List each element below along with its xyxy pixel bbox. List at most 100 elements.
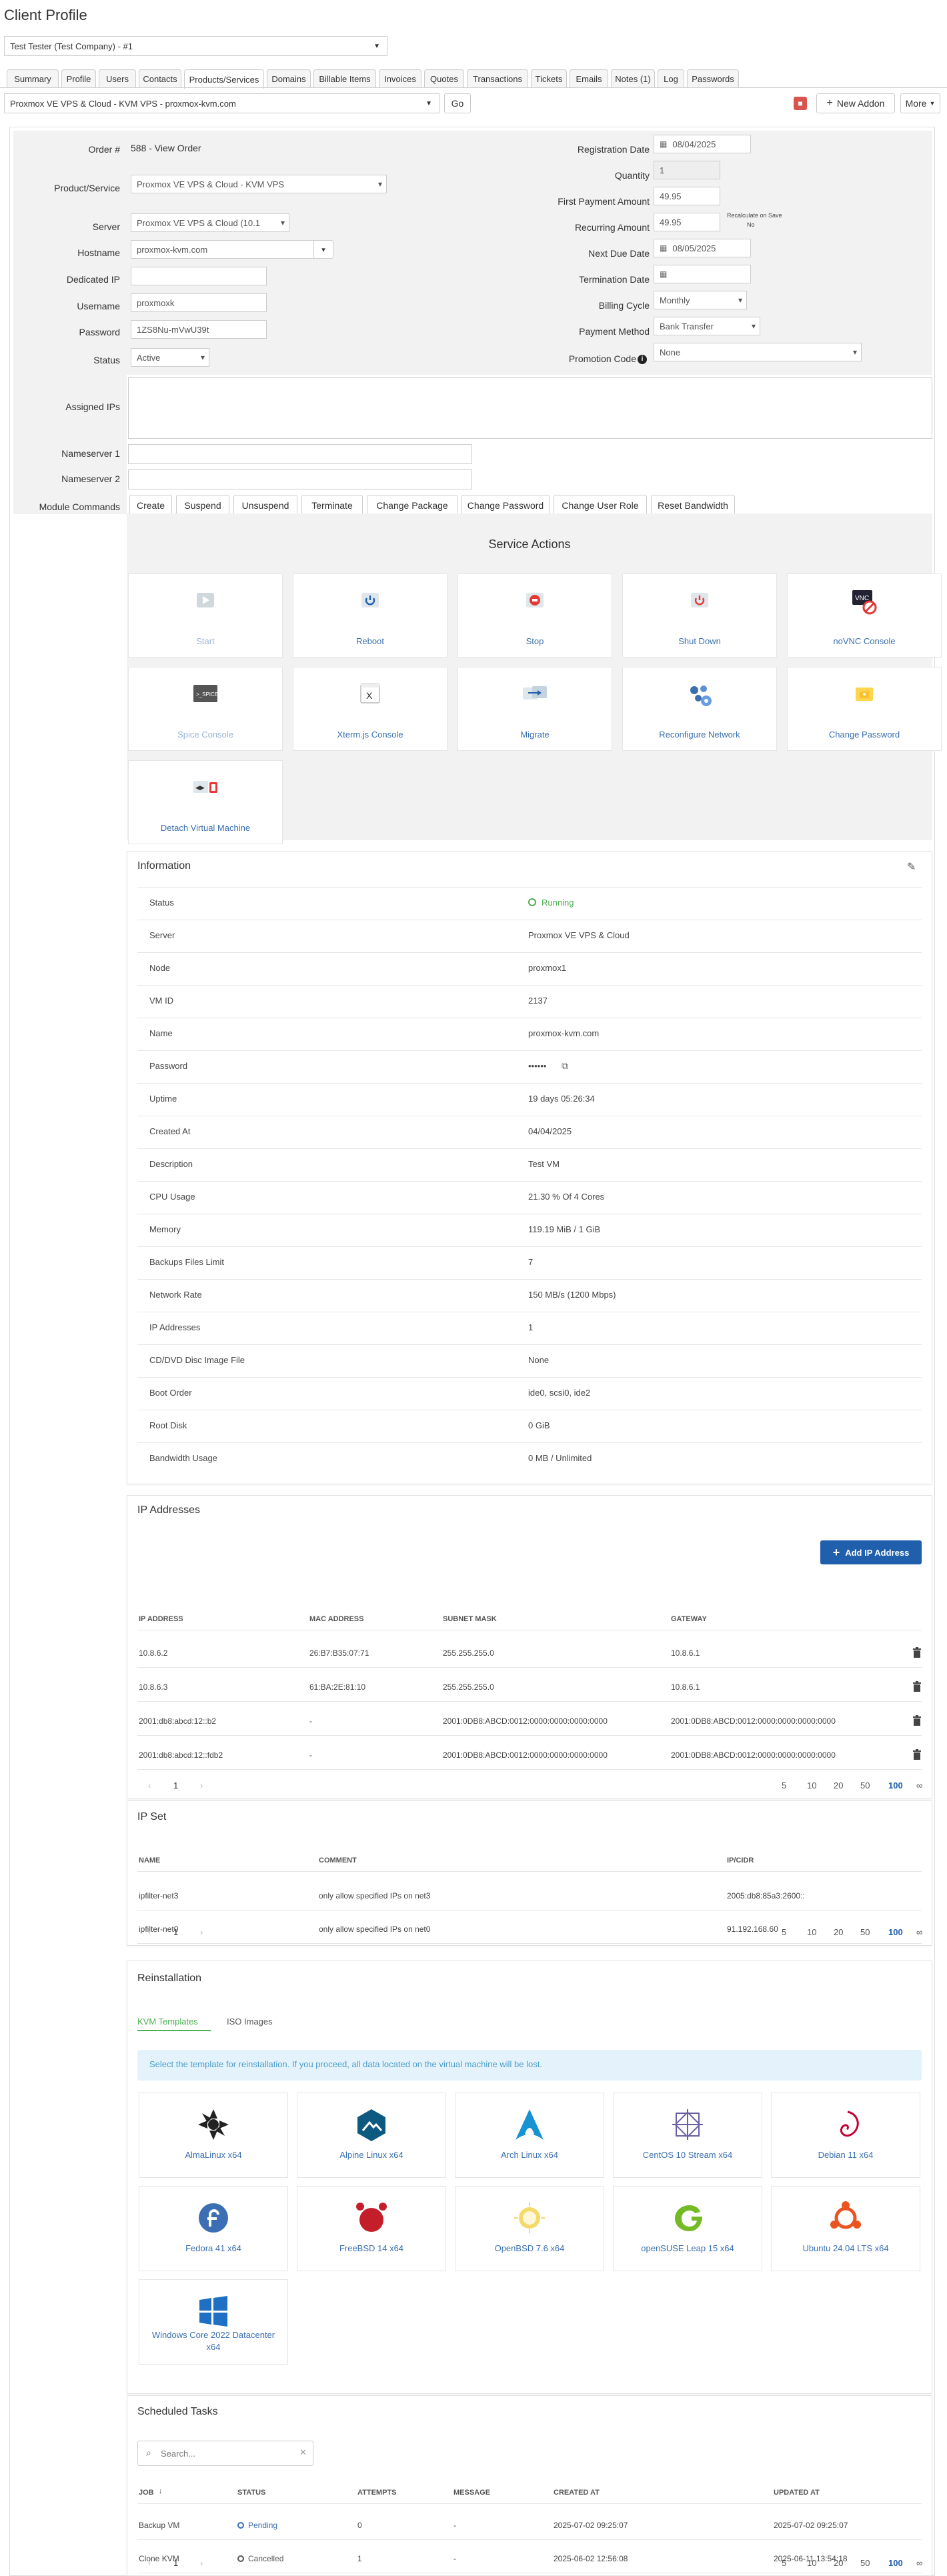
ip-page-size[interactable]: 20 bbox=[834, 1780, 843, 1790]
ipset-page-size[interactable]: 10 bbox=[807, 1927, 816, 1937]
trash-icon[interactable] bbox=[912, 1749, 922, 1760]
tab-passwords[interactable]: Passwords bbox=[687, 69, 739, 87]
ipset-page-size[interactable]: 5 bbox=[782, 1927, 786, 1937]
action-migrate[interactable]: Migrate bbox=[457, 667, 612, 751]
os-template-alpine[interactable]: Alpine Linux x64 bbox=[297, 2093, 446, 2178]
trash-icon[interactable] bbox=[912, 1647, 922, 1658]
clear-search-icon[interactable]: ✕ bbox=[299, 2447, 307, 2458]
ipset-page-number[interactable]: 1 bbox=[173, 1927, 178, 1937]
os-template-windows[interactable]: Windows Core 2022 Datacenter x64 bbox=[139, 2279, 288, 2365]
tab-log[interactable]: Log bbox=[658, 69, 684, 87]
tab-products-services[interactable]: Products/Services bbox=[184, 69, 264, 89]
hostname-dropdown-button[interactable]: ▾ bbox=[313, 240, 333, 259]
recalc-no[interactable]: No bbox=[747, 221, 755, 228]
tasks-page-size[interactable]: 10 bbox=[807, 2558, 816, 2568]
tab-contacts[interactable]: Contacts bbox=[139, 69, 181, 87]
tab-transactions[interactable]: Transactions bbox=[467, 69, 528, 87]
username-input[interactable]: proxmoxk bbox=[131, 293, 267, 312]
nameserver-1-input[interactable] bbox=[128, 444, 472, 464]
billing-cycle-select[interactable]: Monthly ▾ bbox=[654, 291, 747, 309]
go-button[interactable]: Go bbox=[444, 93, 471, 113]
os-template-freebsd[interactable]: FreeBSD 14 x64 bbox=[297, 2186, 446, 2271]
ipset-page-size[interactable]: 100 bbox=[888, 1927, 903, 1937]
tab-iso-images[interactable]: ISO Images bbox=[227, 2017, 273, 2027]
status-select[interactable]: Active ▾ bbox=[131, 348, 209, 367]
os-template-arch[interactable]: Arch Linux x64 bbox=[455, 2093, 604, 2178]
tasks-page-size[interactable]: 50 bbox=[860, 2558, 870, 2568]
service-select[interactable]: Proxmox VE VPS & Cloud - KVM VPS - proxm… bbox=[4, 93, 439, 113]
ipset-page-size[interactable]: 50 bbox=[860, 1927, 870, 1937]
new-addon-button[interactable]: + New Addon bbox=[816, 93, 895, 113]
ip-page-size[interactable]: 10 bbox=[807, 1780, 816, 1790]
trash-icon[interactable] bbox=[912, 1715, 922, 1726]
tasks-page-size[interactable]: ∞ bbox=[916, 2558, 922, 2568]
os-template-debian[interactable]: Debian 11 x64 bbox=[771, 2093, 920, 2178]
os-template-ubuntu[interactable]: Ubuntu 24.04 LTS x64 bbox=[771, 2186, 920, 2271]
tab-domains[interactable]: Domains bbox=[267, 69, 311, 87]
action-start[interactable]: Start bbox=[128, 573, 283, 658]
ip-prev-icon[interactable]: ‹ bbox=[148, 1780, 151, 1790]
os-template-fedora[interactable]: Fedora 41 x64 bbox=[139, 2186, 288, 2271]
hostname-input[interactable]: proxmox-kvm.com bbox=[131, 240, 321, 259]
os-template-centos[interactable]: CentOS 10 Stream x64 bbox=[613, 2093, 762, 2178]
action-shut-down[interactable]: Shut Down bbox=[622, 573, 777, 658]
delete-service-icon[interactable]: ■ bbox=[794, 97, 807, 110]
password-input[interactable]: 1ZS8Nu-mVwU39t bbox=[131, 320, 267, 339]
tab-users[interactable]: Users bbox=[99, 69, 136, 87]
tab-profile[interactable]: Profile bbox=[61, 69, 96, 87]
tab-notes-1-[interactable]: Notes (1) bbox=[611, 69, 655, 87]
action-reboot[interactable]: Reboot bbox=[293, 573, 447, 658]
next-due-date-input[interactable]: ▦ 08/05/2025 bbox=[654, 239, 751, 257]
client-select[interactable]: Test Tester (Test Company) - #1 ▼ bbox=[4, 36, 387, 56]
nameserver-2-input[interactable] bbox=[128, 469, 472, 489]
tasks-prev-icon[interactable]: ‹ bbox=[148, 2558, 151, 2568]
tasks-page-number[interactable]: 1 bbox=[173, 2558, 178, 2568]
tasks-page-size[interactable]: 100 bbox=[888, 2558, 903, 2568]
tab-quotes[interactable]: Quotes bbox=[424, 69, 464, 87]
tab-invoices[interactable]: Invoices bbox=[379, 69, 421, 87]
action-novnc-console[interactable]: VNC noVNC Console bbox=[787, 573, 942, 658]
ip-page-number[interactable]: 1 bbox=[173, 1780, 178, 1790]
tab-emails[interactable]: Emails bbox=[570, 69, 608, 87]
quantity-input[interactable]: 1 bbox=[654, 161, 720, 179]
dedicated-ip-input[interactable] bbox=[131, 267, 267, 285]
tasks-search-input[interactable] bbox=[161, 2447, 294, 2460]
action-stop[interactable]: Stop bbox=[457, 573, 612, 658]
tasks-page-size[interactable]: 20 bbox=[834, 2558, 843, 2568]
os-template-opensuse[interactable]: openSUSE Leap 15 x64 bbox=[613, 2186, 762, 2271]
sort-desc-icon[interactable]: ↓ bbox=[159, 2487, 163, 2495]
edit-pencil-icon[interactable]: ✎ bbox=[907, 860, 916, 874]
tasks-page-size[interactable]: 5 bbox=[782, 2558, 786, 2568]
termination-date-input[interactable]: ▦ bbox=[654, 265, 751, 283]
tab-summary[interactable]: Summary bbox=[7, 69, 59, 87]
registration-date-input[interactable]: ▦ 08/04/2025 bbox=[654, 135, 751, 153]
tab-tickets[interactable]: Tickets bbox=[531, 69, 567, 87]
action-spice-console[interactable]: >_SPICE Spice Console bbox=[128, 667, 283, 751]
os-template-openbsd[interactable]: OpenBSD 7.6 x64 bbox=[455, 2186, 604, 2271]
ipset-page-size[interactable]: 20 bbox=[834, 1927, 843, 1937]
more-button[interactable]: More ▼ bbox=[900, 93, 940, 113]
assigned-ips-textarea[interactable] bbox=[128, 377, 932, 439]
tab-billable-items[interactable]: Billable Items bbox=[313, 69, 376, 87]
action-reconfigure-network[interactable]: Reconfigure Network bbox=[622, 667, 777, 751]
action-xterm-js-console[interactable]: X Xterm.js Console bbox=[293, 667, 447, 751]
os-template-almalinux[interactable]: AlmaLinux x64 bbox=[139, 2093, 288, 2178]
copy-icon[interactable]: ⧉ bbox=[562, 1060, 568, 1072]
action-detach-virtual-machine[interactable]: ◀▶ Detach Virtual Machine bbox=[128, 760, 283, 844]
tab-kvm-templates[interactable]: KVM Templates bbox=[137, 2017, 198, 2027]
ipset-page-size[interactable]: ∞ bbox=[916, 1927, 922, 1937]
server-select[interactable]: Proxmox VE VPS & Cloud (10.1 ▾ bbox=[131, 213, 289, 232]
ip-page-size[interactable]: ∞ bbox=[916, 1780, 922, 1790]
first-payment-input[interactable]: 49.95 bbox=[654, 187, 720, 205]
payment-method-select[interactable]: Bank Transfer ▾ bbox=[654, 317, 760, 335]
recurring-amount-input[interactable]: 49.95 bbox=[654, 213, 720, 231]
ip-next-icon[interactable]: › bbox=[200, 1780, 203, 1790]
add-ip-address-button[interactable]: + Add IP Address bbox=[820, 1540, 922, 1564]
ip-page-size[interactable]: 100 bbox=[888, 1780, 903, 1790]
order-value[interactable]: 588 - View Order bbox=[131, 143, 201, 153]
action-change-password[interactable]: Change Password bbox=[787, 667, 942, 751]
tasks-next-icon[interactable]: › bbox=[200, 2558, 203, 2568]
ipset-next-icon[interactable]: › bbox=[200, 1927, 203, 1937]
promo-code-select[interactable]: None ▾ bbox=[654, 343, 862, 361]
ip-page-size[interactable]: 50 bbox=[860, 1780, 870, 1790]
